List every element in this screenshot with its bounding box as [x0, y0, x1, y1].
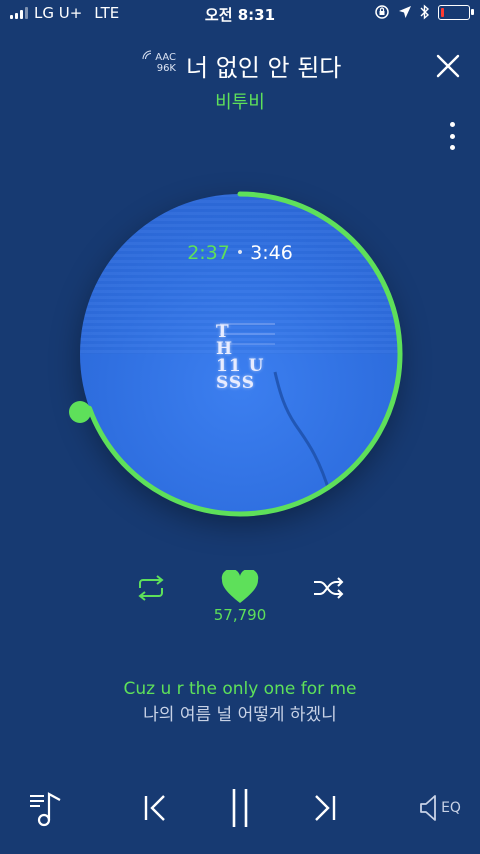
- eq-label: EQ: [441, 800, 461, 816]
- more-icon[interactable]: [448, 122, 456, 150]
- bluetooth-icon: [420, 4, 430, 20]
- album-art-lettering: T H 11 U SSS: [216, 322, 265, 393]
- equalizer-button[interactable]: EQ: [412, 786, 466, 830]
- player-header: AAC 96K 너 없인 안 된다 비투비: [0, 44, 480, 114]
- playlist-button[interactable]: [24, 786, 68, 830]
- battery-icon: [438, 4, 474, 20]
- location-icon: [399, 6, 411, 18]
- equalizer-icon: [420, 795, 436, 821]
- total-time: 3:46: [250, 242, 293, 264]
- status-right: [374, 4, 474, 20]
- lyric-current: Cuz u r the only one for me: [123, 679, 357, 699]
- elapsed-time: 2:37: [187, 242, 230, 264]
- playback-controls: EQ: [0, 784, 480, 834]
- time-separator: •: [235, 245, 245, 261]
- repeat-icon[interactable]: [134, 574, 168, 602]
- lyrics[interactable]: Cuz u r the only one for me 나의 여름 널 어떻게 …: [0, 678, 480, 726]
- time-display: 2:37 • 3:46: [60, 242, 420, 264]
- pause-button[interactable]: [218, 786, 262, 830]
- next-button[interactable]: [304, 786, 348, 830]
- close-icon[interactable]: [434, 52, 462, 80]
- next-icon: [315, 795, 336, 821]
- status-bar: LG U+ LTE 오전 8:31: [0, 0, 480, 28]
- lyric-next: 나의 여름 널 어떻게 하겠니: [143, 705, 337, 725]
- progress-knob[interactable]: [68, 400, 92, 424]
- rotation-lock-icon: [375, 5, 389, 19]
- album-disc: 2:37 • 3:46 T H 11 U SSS: [60, 174, 420, 534]
- previous-button[interactable]: [132, 786, 176, 830]
- shuffle-icon[interactable]: [312, 574, 346, 602]
- pause-icon: [232, 789, 248, 827]
- battery-level: [441, 7, 444, 17]
- artist-name[interactable]: 비투비: [0, 88, 480, 114]
- playlist-icon: [30, 792, 61, 827]
- codec-badge: AAC 96K: [142, 50, 176, 74]
- heart-icon[interactable]: [220, 570, 260, 606]
- stream-icon: [142, 50, 152, 60]
- previous-icon: [144, 795, 165, 821]
- codec-bitrate: 96K: [156, 63, 176, 74]
- secondary-controls: 57,790: [0, 570, 480, 630]
- song-title: 너 없인 안 된다: [186, 54, 342, 82]
- like-count: 57,790: [213, 606, 267, 624]
